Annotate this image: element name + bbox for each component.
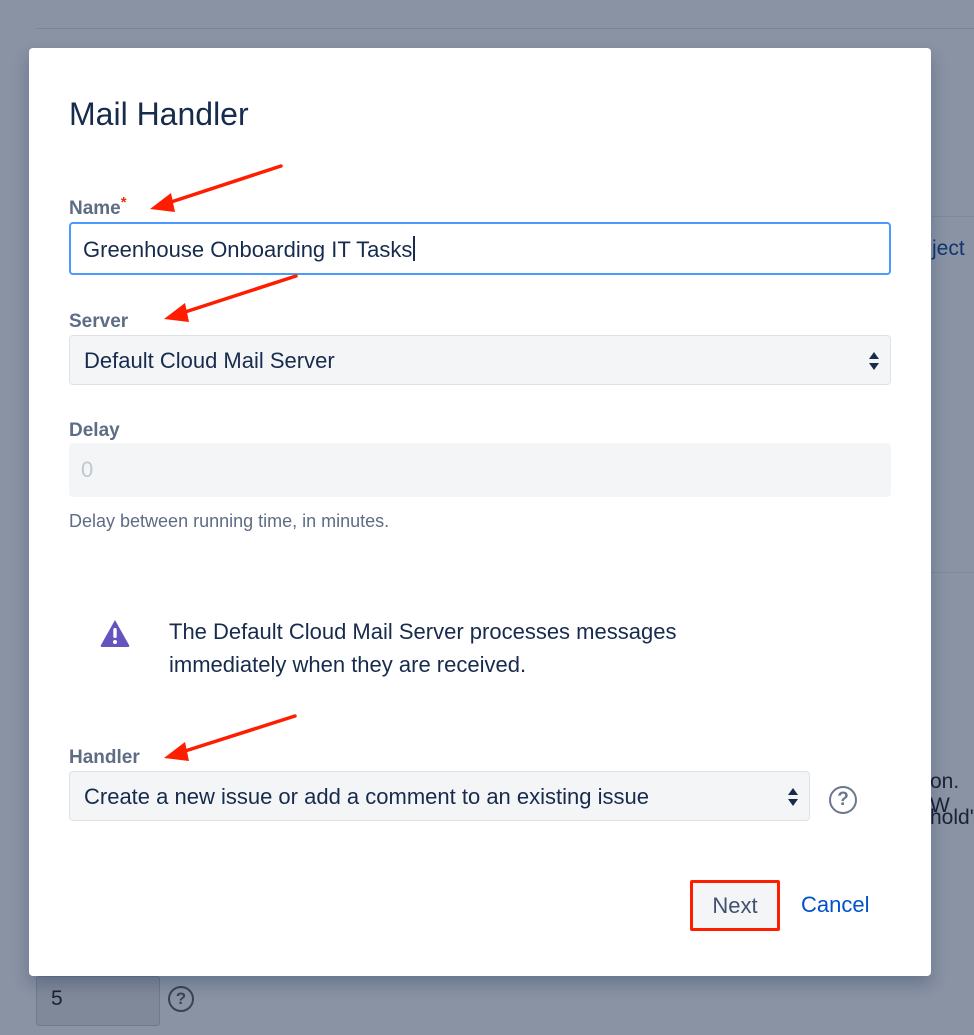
server-label: Server [69,311,129,332]
delay-hint: Delay between running time, in minutes. [69,511,390,531]
text-caret [413,236,416,261]
name-label: Name* [69,194,127,220]
delay-label: Delay [69,420,120,441]
mail-handler-dialog: Mail Handler Name* Greenhouse Onboarding… [29,48,931,976]
warning-message: The Default Cloud Mail Server processes … [169,619,677,677]
dialog-title: Mail Handler [69,96,249,132]
cancel-link[interactable]: Cancel [801,892,869,918]
background-divider [930,572,974,573]
help-icon[interactable]: ? [829,786,857,814]
handler-select[interactable]: Create a new issue or add a comment to a… [69,771,810,821]
delay-input: 0 [69,443,891,497]
select-arrows-icon [788,788,798,806]
name-input[interactable]: Greenhouse Onboarding IT Tasks [69,222,891,275]
background-divider [930,216,974,217]
background-link: ject [932,237,965,260]
server-select-value: Default Cloud Mail Server [84,348,335,373]
background-text: hold' [930,806,974,829]
select-arrows-icon [869,352,879,370]
background-input: 5 [36,976,160,1026]
warning-icon [100,620,130,647]
server-select[interactable]: Default Cloud Mail Server [69,335,891,385]
name-input-value: Greenhouse Onboarding IT Tasks [83,237,413,262]
background-help-icon: ? [168,986,194,1012]
required-mark: * [120,194,127,211]
background-divider [36,28,974,29]
next-button[interactable]: Next [690,880,780,931]
name-label-text: Name [69,198,121,219]
handler-label: Handler [69,747,140,768]
handler-select-value: Create a new issue or add a comment to a… [84,784,649,809]
